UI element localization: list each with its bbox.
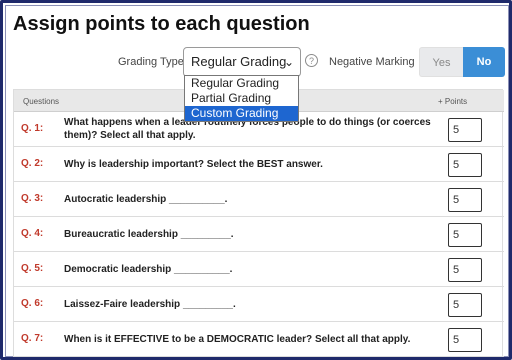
question-circle-icon[interactable]: ?: [305, 54, 318, 67]
chevron-down-icon: ⌄: [283, 55, 294, 69]
dropdown-option-regular-grading[interactable]: Regular Grading: [185, 76, 298, 91]
table-row: Q. 6: Laissez-Faire leadership _________…: [14, 287, 504, 322]
negative-marking-label: Negative Marking: [329, 56, 415, 68]
grading-type-value: Regular Grading: [191, 54, 287, 69]
question-number: Q. 5:: [21, 263, 44, 274]
table-row: Q. 7: When is it EFFECTIVE to be a DEMOC…: [14, 322, 504, 357]
points-input[interactable]: 5: [448, 293, 482, 317]
window-frame: Assign points to each question Grading T…: [0, 0, 512, 360]
question-text: Bureaucratic leadership _________.: [64, 229, 234, 240]
table-row: Q. 2: Why is leadership important? Selec…: [14, 147, 504, 182]
negative-marking-toggle: Yes No: [419, 47, 505, 77]
points-input[interactable]: 5: [448, 153, 482, 177]
column-header-questions: Questions: [23, 97, 60, 106]
points-input[interactable]: 5: [448, 223, 482, 247]
question-text: Laissez-Faire leadership _________.: [64, 299, 236, 310]
points-input[interactable]: 5: [448, 328, 482, 352]
question-number: Q. 2:: [21, 158, 44, 169]
question-text: When is it EFFECTIVE to be a DEMOCRATIC …: [64, 334, 411, 345]
question-text: Autocratic leadership __________.: [64, 194, 228, 205]
dropdown-option-custom-grading[interactable]: Custom Grading: [185, 106, 298, 121]
question-number: Q. 1:: [21, 123, 44, 134]
points-input[interactable]: 5: [448, 188, 482, 212]
question-number: Q. 4:: [21, 228, 44, 239]
column-header-points: + Points: [438, 97, 468, 106]
table-row: Q. 4: Bureaucratic leadership _________.…: [14, 217, 504, 252]
question-text: Democratic leadership __________.: [64, 264, 233, 275]
dropdown-option-partial-grading[interactable]: Partial Grading: [185, 91, 298, 106]
question-number: Q. 7:: [21, 333, 44, 344]
toggle-no-button[interactable]: No: [463, 47, 505, 77]
question-number: Q. 6:: [21, 298, 44, 309]
points-input[interactable]: 5: [448, 118, 482, 142]
table-row: Q. 5: Democratic leadership __________. …: [14, 252, 504, 287]
table-row: Q. 3: Autocratic leadership __________. …: [14, 182, 504, 217]
question-text: Why is leadership important? Select the …: [64, 159, 323, 170]
grading-type-select[interactable]: Regular Grading ⌄: [183, 47, 301, 77]
grading-type-label: Grading Type: [118, 56, 184, 68]
question-number: Q. 3:: [21, 193, 44, 204]
toggle-yes-button[interactable]: Yes: [419, 47, 463, 77]
points-input[interactable]: 5: [448, 258, 482, 282]
page-title: Assign points to each question: [13, 13, 310, 35]
questions-table: Questions + Points Q. 1: What happens wh…: [13, 89, 504, 357]
grading-type-dropdown: Regular Grading Partial Grading Custom G…: [184, 75, 299, 122]
